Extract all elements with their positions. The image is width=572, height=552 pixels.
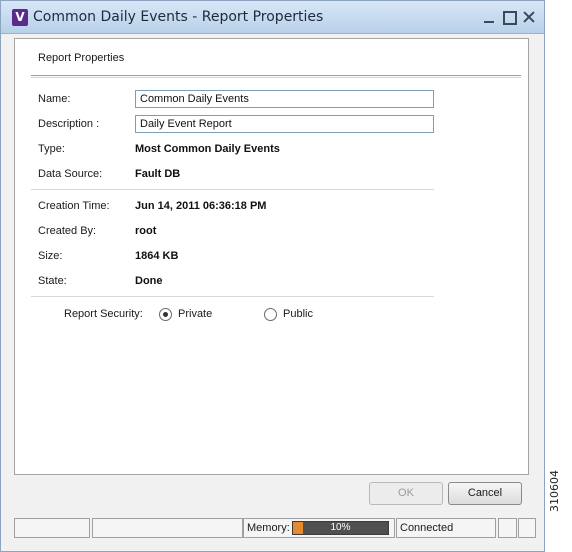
memory-percent: 10%	[330, 522, 351, 533]
data-source-label: Data Source:	[38, 168, 103, 180]
state-value: Done	[135, 275, 163, 287]
memory-progress-bar: 10%	[292, 521, 389, 535]
data-source-value: Fault DB	[135, 168, 181, 180]
name-field[interactable]: Common Daily Events	[135, 90, 434, 108]
created-by-label: Created By:	[38, 225, 97, 237]
report-properties-window: V Common Daily Events - Report Propertie…	[0, 0, 545, 552]
creation-time-label: Creation Time:	[38, 200, 110, 212]
title-bar[interactable]: V Common Daily Events - Report Propertie…	[1, 1, 544, 34]
panel-title: Report Properties	[38, 52, 125, 64]
memory-label: Memory:	[247, 522, 290, 534]
size-value: 1864 KB	[135, 250, 179, 262]
state-label: State:	[38, 275, 67, 287]
cancel-button[interactable]: Cancel	[448, 482, 522, 505]
report-security-label: Report Security:	[64, 308, 143, 320]
public-radio-button[interactable]	[264, 308, 277, 321]
minimize-icon[interactable]	[481, 9, 497, 25]
status-cell-empty	[14, 518, 90, 538]
figure-number: 310604	[548, 470, 561, 512]
properties-panel: Report Properties Name: Common Daily Eve…	[14, 38, 529, 475]
type-value: Most Common Daily Events	[135, 143, 280, 155]
divider	[31, 296, 434, 297]
window-title: Common Daily Events - Report Properties	[33, 9, 324, 25]
status-cell-empty	[518, 518, 536, 538]
divider	[31, 189, 434, 190]
description-label: Description :	[38, 118, 100, 130]
name-label: Name:	[38, 93, 71, 105]
close-icon[interactable]	[521, 9, 537, 25]
app-logo-icon: V	[12, 9, 28, 26]
connection-status: Connected	[396, 518, 496, 538]
status-cell-empty	[498, 518, 517, 538]
size-label: Size:	[38, 250, 63, 262]
creation-time-value: Jun 14, 2011 06:36:18 PM	[135, 200, 267, 212]
ok-button[interactable]: OK	[369, 482, 443, 505]
maximize-icon[interactable]	[501, 9, 517, 25]
divider	[31, 75, 521, 78]
private-radio-button[interactable]	[159, 308, 172, 321]
description-field[interactable]: Daily Event Report	[135, 115, 434, 133]
type-label: Type:	[38, 143, 65, 155]
status-bar: Memory: 10% Connected	[14, 518, 536, 538]
public-radio-label: Public	[283, 308, 313, 320]
private-radio-label: Private	[178, 308, 213, 320]
status-cell-empty	[92, 518, 243, 538]
created-by-value: root	[135, 225, 157, 237]
